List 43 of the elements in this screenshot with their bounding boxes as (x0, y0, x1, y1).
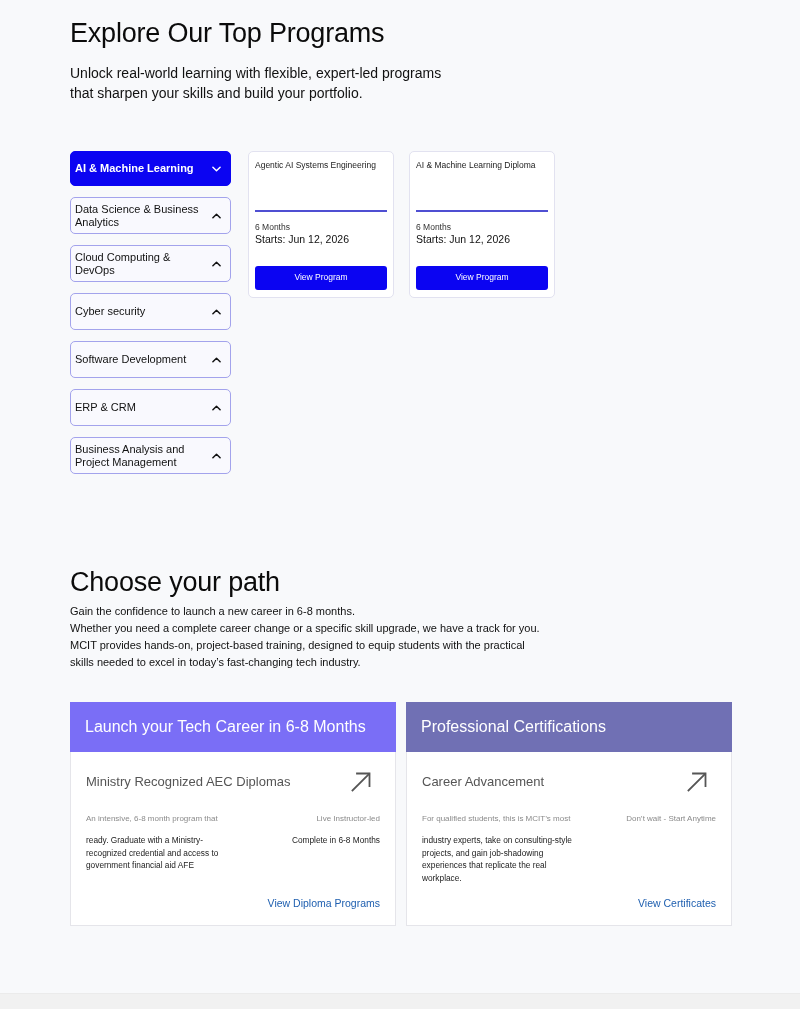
category-tab[interactable]: ERP & CRM (70, 389, 231, 426)
path-summary: For qualified students, this is MCIT’s most (422, 814, 571, 824)
category-tab[interactable]: Cloud Computing & DevOps (70, 245, 231, 282)
section-heading: Choose your path (70, 566, 281, 598)
chevron-up-icon (212, 212, 221, 219)
arrow-up-right-icon (687, 772, 707, 792)
path-description: industry experts, take on consulting-style projects, and gain job-shadowing experiences that replicate the real workplace. (422, 834, 573, 884)
section-heading: Explore Our Top Programs (70, 17, 386, 49)
path-subtitle: Ministry Recognized AEC Diplomas (86, 773, 291, 791)
path-feature: Live Instructor-led (316, 814, 380, 824)
arrow-up-right-icon (351, 772, 371, 792)
category-tab[interactable]: Cyber security (70, 293, 231, 330)
intro-text: Whether you need a complete career change or a specific skill upgrade, we have a track for you. (70, 621, 540, 636)
program-title: AI & Machine Learning Diploma (416, 159, 537, 171)
path-link[interactable]: View Diploma Programs (267, 897, 380, 909)
chevron-up-icon (212, 260, 221, 267)
chevron-up-icon (212, 308, 221, 315)
chevron-up-icon (212, 356, 221, 363)
path-summary: An intensive, 6-8 month program that (86, 814, 218, 824)
category-tab[interactable]: Software Development (70, 341, 231, 378)
path-subtitle: Career Advancement (422, 773, 545, 791)
category-tab[interactable]: Data Science & Business Analytics (70, 197, 231, 234)
path-card-header: Professional Certifications (406, 702, 732, 752)
chevron-up-icon (212, 404, 221, 411)
program-start-date: Starts: Jun 12, 2026 (255, 232, 350, 246)
intro-text: Gain the confidence to launch a new career in 6-8 months. (70, 604, 356, 619)
path-card-header: Launch your Tech Career in 6-8 Months (70, 702, 396, 752)
program-title: Agentic AI Systems Engineering (255, 159, 377, 171)
path-feature: Don’t wait - Start Anytime (626, 814, 716, 824)
category-tab[interactable]: Business Analysis and Project Management (70, 437, 231, 474)
program-duration: 6 Months (255, 220, 291, 233)
chevron-up-icon (212, 452, 221, 459)
intro-text: MCIT provides hands-on, project-based training, designed to equip students with the practical skills needed to excel in today’s fast-changing tech industry. (70, 638, 526, 670)
path-link[interactable]: View Certificates (638, 897, 716, 909)
section-subtitle: Unlock real-world learning with flexible, expert-led programs that sharpen your skills and build your portfolio. (70, 64, 443, 103)
view-program-button[interactable]: View Program (416, 265, 548, 290)
program-duration: 6 Months (416, 220, 452, 233)
view-program-button[interactable]: View Program (255, 265, 387, 290)
path-feature: Complete in 6-8 Months (291, 834, 380, 847)
program-start-date: Starts: Jun 12, 2026 (416, 232, 511, 246)
path-description: ready. Graduate with a Ministry-recognized credential and access to government financial aid AFE (86, 834, 220, 872)
category-tab[interactable]: AI & Machine Learning (70, 151, 231, 186)
chevron-down-icon (212, 165, 221, 172)
